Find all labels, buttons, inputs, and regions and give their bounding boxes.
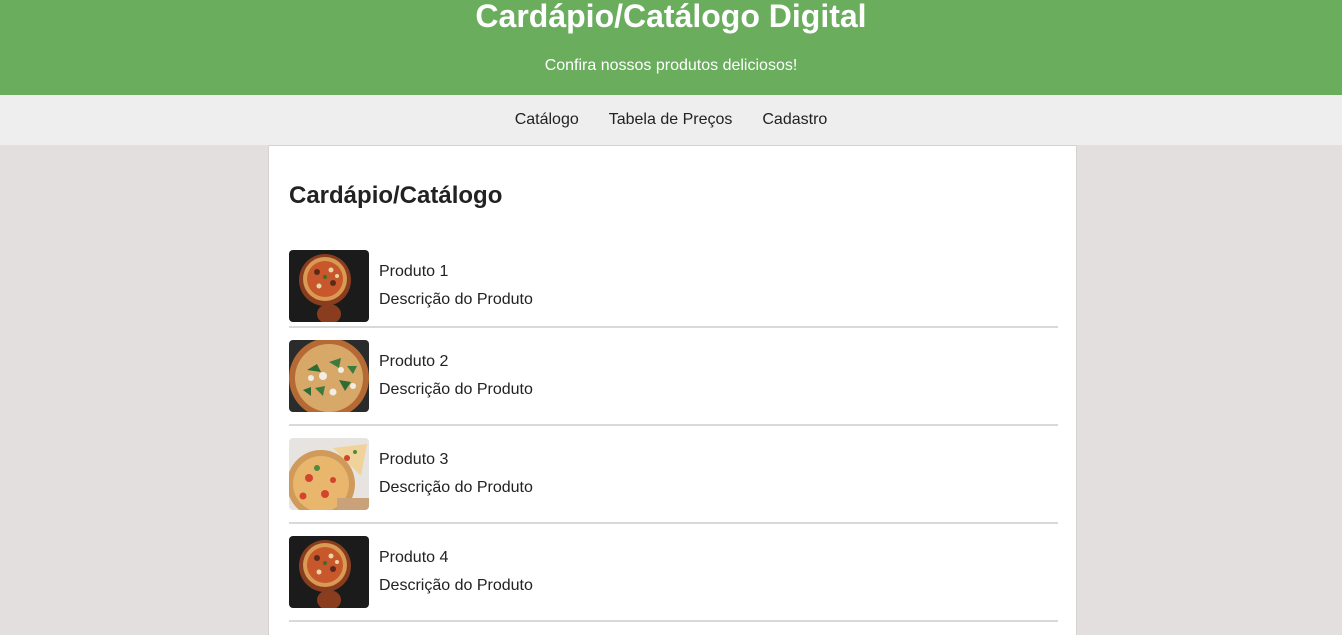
product-name: Produto 1 <box>379 263 449 280</box>
main-nav: Catálogo Tabela de Preços Cadastro <box>0 95 1342 145</box>
nav-link-cadastro[interactable]: Cadastro <box>762 110 827 130</box>
product-item[interactable]: Produto 3 Descrição do Produto <box>289 426 1058 524</box>
product-name: Produto 2 <box>379 353 449 370</box>
product-item[interactable]: Produto 2 Descrição do Produto <box>289 328 1058 426</box>
product-description: Descrição do Produto <box>379 577 533 594</box>
product-description: Descrição do Produto <box>379 479 533 496</box>
nav-link-catalogo[interactable]: Catálogo <box>515 110 579 130</box>
product-name: Produto 3 <box>379 451 449 468</box>
product-name: Produto 4 <box>379 549 449 566</box>
site-title: Cardápio/Catálogo Digital <box>475 0 867 34</box>
product-item[interactable]: Produto 1 Descrição do Produto <box>289 246 1058 328</box>
site-subtitle: Confira nossos produtos deliciosos! <box>544 57 798 74</box>
catalog-card: Cardápio/Catálogo Produto 1 Descrição do… <box>268 145 1077 635</box>
product-item[interactable]: Produto 4 Descrição do Produto <box>289 524 1058 622</box>
product-description: Descrição do Produto <box>379 381 533 398</box>
product-list: Produto 1 Descrição do Produto Produto 2… <box>289 246 1058 622</box>
nav-link-tabela-de-precos[interactable]: Tabela de Preços <box>609 110 733 130</box>
site-header: Cardápio/Catálogo Digital Confira nossos… <box>0 0 1342 95</box>
pizza-on-board-image <box>289 536 369 608</box>
pizza-on-board-image <box>289 250 369 322</box>
pizza-spinach-image <box>289 340 369 412</box>
product-description: Descrição do Produto <box>379 291 533 308</box>
pizza-slice-image <box>289 438 369 510</box>
catalog-title: Cardápio/Catálogo <box>289 182 503 209</box>
